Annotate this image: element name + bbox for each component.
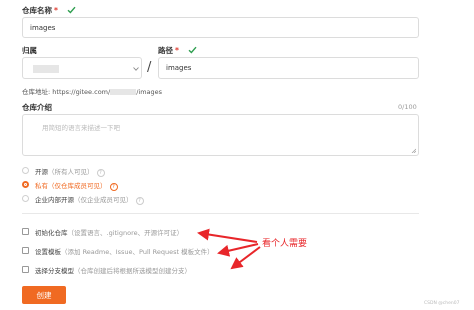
annotation-text: 看个人需要 bbox=[262, 239, 308, 249]
create-button[interactable]: 创建 bbox=[22, 286, 66, 304]
annotation-arrows bbox=[197, 228, 261, 270]
arrow-to-init-repo bbox=[197, 228, 258, 243]
arrow-to-branch bbox=[230, 246, 261, 270]
watermark: CSDN @chen07 bbox=[424, 301, 460, 306]
create-button-label: 创建 bbox=[36, 290, 52, 300]
